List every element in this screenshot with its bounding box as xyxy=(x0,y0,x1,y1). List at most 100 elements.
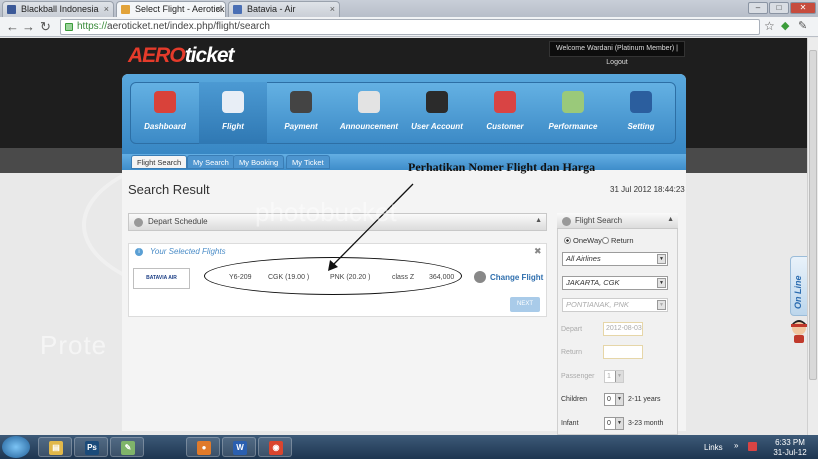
tray-flag-icon[interactable] xyxy=(748,442,757,451)
taskbar-app-button[interactable]: ✎ xyxy=(110,437,144,457)
return-label: Return xyxy=(611,236,634,245)
collapse-arrow-icon[interactable]: ▲ xyxy=(535,217,542,224)
infant-select[interactable]: 0 ▼ xyxy=(604,417,624,430)
batavia-air-logo: BATAVIA AIR xyxy=(133,268,190,289)
depart-schedule-title: Depart Schedule xyxy=(148,217,208,226)
welcome-bar[interactable]: Welcome Wardani (Platinum Member) | Logo… xyxy=(549,41,685,66)
return-radio[interactable]: Return xyxy=(602,236,634,245)
passenger-value: 1 xyxy=(607,373,611,380)
scrollbar-thumb[interactable] xyxy=(809,50,817,380)
menu-item-flight[interactable]: Flight xyxy=(199,82,267,144)
wrench-menu-icon[interactable]: ✎ xyxy=(798,19,807,34)
flight-destination: PNK (20.20 ) xyxy=(330,274,371,281)
photoshop-icon: Ps xyxy=(85,441,99,455)
tab-close-icon[interactable]: × xyxy=(104,2,109,16)
tab-my-booking[interactable]: My Booking xyxy=(233,155,285,169)
tab-title: Blackball Indonesia xyxy=(21,4,99,14)
origin-select[interactable]: JAKARTA, CGK ▼ xyxy=(562,276,668,290)
browser-toolbar: ← → ↻ https://aeroticket.net/index.php/f… xyxy=(0,17,818,37)
menu-item-setting[interactable]: Setting xyxy=(607,82,675,144)
chat-mascot-icon[interactable] xyxy=(790,318,808,344)
menu-item-performance[interactable]: Performance xyxy=(539,82,607,144)
tab-title: Batavia - Air xyxy=(247,4,296,14)
user-icon xyxy=(426,91,448,113)
infant-hint: 3-23 month xyxy=(628,420,664,427)
menu-item-dashboard[interactable]: Dashboard xyxy=(131,82,199,144)
return-date-field[interactable] xyxy=(603,345,643,359)
tab-my-ticket[interactable]: My Ticket xyxy=(286,155,330,169)
taskbar-app-button[interactable]: W xyxy=(222,437,256,457)
airplane-icon xyxy=(222,91,244,113)
tab-close-icon[interactable]: × xyxy=(330,2,335,16)
links-toolbar[interactable]: Links xyxy=(704,443,723,452)
change-flight-label: Change Flight xyxy=(490,273,544,282)
flight-class: class Z xyxy=(392,274,415,281)
megaphone-icon xyxy=(358,91,380,113)
menu-item-announcement[interactable]: Announcement xyxy=(335,82,403,144)
page-scrollbar[interactable] xyxy=(807,38,818,435)
destination-select[interactable]: PONTIANAK, PNK ▼ xyxy=(562,298,668,312)
taskbar-app-button[interactable]: Ps xyxy=(74,437,108,457)
annotation-text: Perhatikan Nomer Flight dan Harga xyxy=(408,160,596,174)
menu-item-label: Customer xyxy=(486,122,524,131)
close-icon[interactable]: ✖ xyxy=(534,246,542,257)
browser-tab[interactable]: Blackball Indonesia × xyxy=(2,1,114,17)
server-datetime: 31 Jul 2012 18:44:23 xyxy=(610,185,685,194)
oneway-radio[interactable]: OneWay xyxy=(564,236,602,245)
children-select[interactable]: 0 ▼ xyxy=(604,393,624,406)
bookmark-star-icon[interactable]: ☆ xyxy=(764,19,775,34)
explorer-icon: ▤ xyxy=(49,441,63,455)
url-path: aeroticket.net/index.php/flight/search xyxy=(107,21,270,32)
browser-tab-active[interactable]: Select Flight - Aeroticket × xyxy=(116,1,226,17)
aeroticket-logo[interactable]: AEROticket xyxy=(128,44,235,68)
chevron-down-icon: ▼ xyxy=(615,394,623,405)
flight-number: Y6-209 xyxy=(229,274,252,281)
browser-tab[interactable]: Batavia - Air × xyxy=(228,1,340,17)
address-bar[interactable]: https://aeroticket.net/index.php/flight/… xyxy=(60,19,760,35)
chevron-down-icon: ▼ xyxy=(615,418,623,429)
oneway-label: OneWay xyxy=(573,236,602,245)
menu-item-label: Payment xyxy=(284,122,318,131)
chrome-icon: ◉ xyxy=(269,441,283,455)
clock-date: 31-Jul-12 xyxy=(773,448,807,457)
reload-icon[interactable]: ↻ xyxy=(40,19,51,34)
passenger-select[interactable]: 1 ▼ xyxy=(604,370,624,383)
tab-close-icon[interactable]: × xyxy=(216,2,221,16)
children-label: Children xyxy=(561,396,588,403)
flight-search-header[interactable]: Flight Search ▲ xyxy=(557,213,678,229)
menu-item-payment[interactable]: Payment xyxy=(267,82,335,144)
online-chat-tab[interactable]: On Line xyxy=(790,256,808,316)
taskbar-clock[interactable]: 6:33 PM 31-Jul-12 xyxy=(768,438,812,458)
word-icon: W xyxy=(233,441,247,455)
logo-aero: AERO xyxy=(128,44,186,67)
return-date-label: Return xyxy=(561,349,583,356)
flight-origin: CGK (19.00 ) xyxy=(268,274,310,281)
minimize-button[interactable]: – xyxy=(748,2,768,14)
taskbar-app-button[interactable]: ▤ xyxy=(38,437,72,457)
tab-title: Select Flight - Aeroticket xyxy=(135,4,226,14)
menu-item-label: Announcement xyxy=(339,122,399,131)
taskbar-app-button[interactable]: ◉ xyxy=(258,437,292,457)
tray-arrows-icon[interactable]: » xyxy=(734,441,738,450)
menu-item-label: User Account xyxy=(411,122,463,131)
menu-item-label: Setting xyxy=(627,122,655,131)
taskbar-app-button[interactable]: ● xyxy=(186,437,220,457)
airline-select[interactable]: All Airlines ▼ xyxy=(562,252,668,266)
tab-flight-search[interactable]: Flight Search xyxy=(131,155,188,169)
tab-my-search[interactable]: My Search xyxy=(187,155,235,169)
chevron-down-icon: ▼ xyxy=(657,254,666,264)
collapse-arrow-icon[interactable]: ▲ xyxy=(667,216,674,223)
menu-item-customer[interactable]: Customer xyxy=(471,82,539,144)
depart-date-field[interactable]: 2012-08-03 xyxy=(603,322,643,336)
start-button[interactable] xyxy=(2,436,30,458)
extension-icon[interactable]: ◆ xyxy=(781,19,789,34)
infant-value: 0 xyxy=(607,420,611,427)
airline-icon xyxy=(233,5,242,14)
menu-item-user-account[interactable]: User Account xyxy=(403,82,471,144)
back-icon[interactable]: ← xyxy=(6,19,19,34)
maximize-button[interactable]: □ xyxy=(769,2,789,14)
forward-icon[interactable]: → xyxy=(22,19,35,34)
close-window-button[interactable]: ✕ xyxy=(790,2,816,14)
info-icon: i xyxy=(135,248,143,256)
next-button[interactable]: NEXT xyxy=(510,297,540,312)
